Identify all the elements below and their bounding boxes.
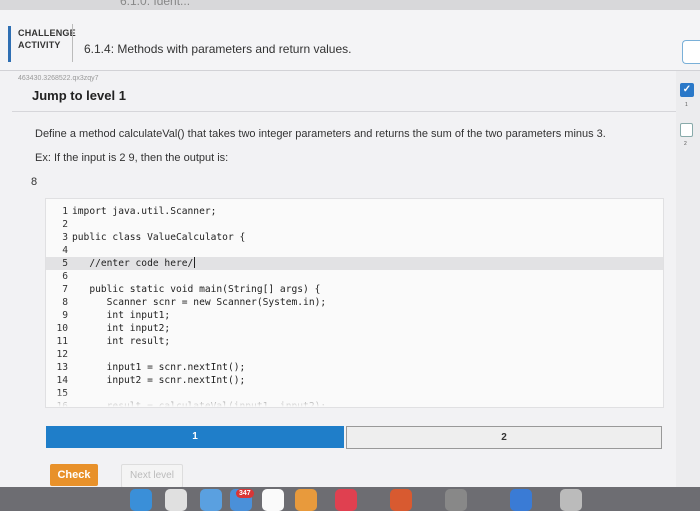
divider <box>12 111 676 112</box>
app-store-icon[interactable] <box>510 489 532 511</box>
code-line[interactable]: 3 public class ValueCalculator { <box>46 231 663 244</box>
level-complete-check-icon: ✓ <box>680 83 694 97</box>
line-number: 3 <box>62 232 68 243</box>
code-line[interactable]: 11 int result; <box>46 335 663 348</box>
expected-output: 8 <box>31 176 38 188</box>
calendar-icon[interactable] <box>262 489 284 511</box>
line-number: 9 <box>62 310 68 321</box>
completion-check-box <box>682 40 700 64</box>
header-accent-bar <box>8 26 11 62</box>
safari-icon[interactable] <box>130 489 152 511</box>
code-line[interactable]: 8 Scanner scnr = new Scanner(System.in); <box>46 296 663 309</box>
code-text: Scanner scnr = new Scanner(System.in); <box>72 297 327 308</box>
code-line[interactable]: 10 int input2; <box>46 322 663 335</box>
code-text: public class ValueCalculator { <box>72 232 246 243</box>
code-line[interactable]: 4 <box>46 244 663 257</box>
code-line[interactable]: 7 public static void main(String[] args)… <box>46 283 663 296</box>
line-number: 10 <box>56 323 68 334</box>
level-selector: 1 2 <box>46 426 662 450</box>
header-divider <box>72 24 73 62</box>
activity-content: 463430.3268522.qx3zqy7 Jump to level 1 D… <box>0 71 676 488</box>
code-line[interactable]: 5 //enter code here/ <box>46 257 663 270</box>
progress-level-2-label: 2 <box>684 141 687 147</box>
jump-to-level-link[interactable]: Jump to level 1 <box>32 88 126 103</box>
code-editor[interactable]: 16 result = calculateVal(input1, input2)… <box>45 198 664 408</box>
activity-id: 463430.3268522.qx3zqy7 <box>18 75 99 82</box>
office-icon[interactable] <box>390 489 412 511</box>
line-number: 2 <box>62 219 68 230</box>
finder-icon[interactable] <box>200 489 222 511</box>
code-text: int result; <box>72 336 171 347</box>
code-text: int input1; <box>72 310 171 321</box>
code-line[interactable]: 1 import java.util.Scanner; <box>46 205 663 218</box>
code-line[interactable]: 12 <box>46 348 663 361</box>
line-number: 1 <box>62 206 68 217</box>
code-line[interactable]: 9 int input1; <box>46 309 663 322</box>
app-icon[interactable] <box>295 489 317 511</box>
music-icon[interactable] <box>335 489 357 511</box>
activity-header: CHALLENGE ACTIVITY 6.1.4: Methods with p… <box>0 10 700 71</box>
example-text: Ex: If the input is 2 9, then the output… <box>35 152 229 164</box>
tab-title-fragment: 6.1.0: Ident... <box>120 0 191 8</box>
line-number: 7 <box>62 284 68 295</box>
code-text: public static void main(String[] args) { <box>72 284 321 295</box>
line-number: 8 <box>62 297 68 308</box>
code-line[interactable]: 2 <box>46 218 663 231</box>
level-1-tab[interactable]: 1 <box>46 426 344 448</box>
level-incomplete-box-icon <box>680 123 693 137</box>
line-number: 4 <box>62 245 68 256</box>
editor-fade <box>46 391 663 407</box>
code-line[interactable]: 13 input1 = scnr.nextInt(); <box>46 361 663 374</box>
line-number: 14 <box>56 375 68 386</box>
settings-icon[interactable] <box>445 489 467 511</box>
mail-badge: 347 <box>236 489 254 498</box>
check-button[interactable]: Check <box>50 464 98 486</box>
photo-app-icon[interactable] <box>560 489 582 511</box>
line-number: 6 <box>62 271 68 282</box>
progress-level-1-label: 1 <box>685 102 688 108</box>
progress-sidebar: ✓ 1 2 <box>676 71 700 487</box>
code-text: import java.util.Scanner; <box>72 206 217 217</box>
code-text: input1 = scnr.nextInt(); <box>72 362 246 373</box>
chrome-icon[interactable] <box>165 489 187 511</box>
line-number: 5 <box>62 258 68 269</box>
line-number: 11 <box>56 336 68 347</box>
next-level-button[interactable]: Next level <box>121 464 183 488</box>
problem-description: Define a method calculateVal() that take… <box>35 128 606 140</box>
activity-title: 6.1.4: Methods with parameters and retur… <box>84 42 352 56</box>
line-number: 13 <box>56 362 68 373</box>
text-cursor <box>194 257 196 268</box>
code-line[interactable]: 14 input2 = scnr.nextInt(); <box>46 374 663 387</box>
line-number: 12 <box>56 349 68 360</box>
activity-type-label: CHALLENGE ACTIVITY <box>18 28 76 50</box>
code-text: //enter code here/ <box>72 258 194 269</box>
code-line[interactable]: 6 <box>46 270 663 283</box>
level-2-tab[interactable]: 2 <box>346 426 662 449</box>
os-dock <box>0 487 700 511</box>
code-text: int input2; <box>72 323 171 334</box>
browser-tab-strip: 6.1.0: Ident... <box>0 0 700 10</box>
code-text: input2 = scnr.nextInt(); <box>72 375 246 386</box>
